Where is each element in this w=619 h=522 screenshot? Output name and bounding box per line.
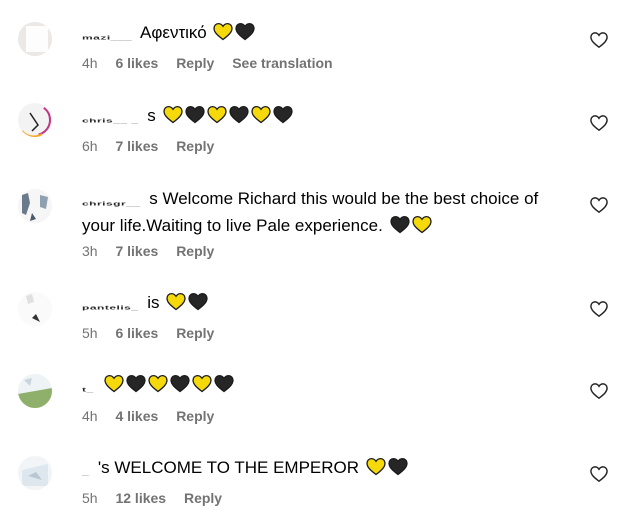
- heart-emojis: [102, 374, 235, 394]
- comment-body: 's WELCOME TO THE EMPEROR: [97, 458, 360, 477]
- comment-meta: 5h 12 likes Reply: [82, 490, 236, 506]
- comment-text: chris__ _ s: [82, 103, 552, 130]
- yellow-heart-icon: [166, 292, 186, 311]
- yellow-heart-icon: [366, 457, 386, 476]
- yellow-heart-icon: [250, 105, 271, 124]
- comment-body: is: [147, 293, 160, 312]
- like-heart-icon[interactable]: [590, 114, 608, 132]
- comment-text: t_: [82, 372, 552, 399]
- comment-likes[interactable]: 4 likes: [115, 408, 158, 424]
- like-heart-icon[interactable]: [590, 465, 608, 483]
- comment-time: 4h: [82, 408, 98, 424]
- comment-likes[interactable]: 6 likes: [115, 55, 158, 71]
- comment-time: 6h: [82, 138, 98, 154]
- like-heart-icon[interactable]: [590, 382, 608, 400]
- comment-likes[interactable]: 7 likes: [115, 138, 158, 154]
- comment-time: 5h: [82, 325, 98, 341]
- black-heart-icon: [235, 22, 256, 41]
- comment-username[interactable]: t_: [82, 384, 94, 395]
- black-heart-icon: [170, 374, 191, 393]
- black-heart-icon: [389, 215, 410, 234]
- like-heart-icon[interactable]: [590, 196, 608, 214]
- comment-username[interactable]: _: [82, 467, 89, 478]
- comment-username[interactable]: chris__ _: [82, 115, 139, 126]
- comment-body: s: [147, 106, 156, 125]
- heart-emojis: [364, 457, 408, 477]
- comment-username[interactable]: chrisgr__: [82, 198, 141, 209]
- comment-meta: 3h 7 likes Reply: [82, 243, 228, 259]
- heart-outline-icon: [590, 197, 608, 214]
- avatar[interactable]: [18, 292, 52, 326]
- avatar[interactable]: [18, 456, 52, 490]
- reply-button[interactable]: Reply: [176, 408, 214, 424]
- comment-username[interactable]: mazi___: [82, 32, 132, 43]
- heart-outline-icon: [590, 466, 608, 483]
- heart-emojis: [164, 292, 208, 312]
- avatar-image: [18, 374, 52, 408]
- avatar-image: [18, 22, 52, 56]
- black-heart-icon: [388, 457, 408, 476]
- comment-likes[interactable]: 12 likes: [115, 490, 166, 506]
- yellow-heart-icon: [206, 105, 227, 124]
- comment-text: _ 's WELCOME TO THE EMPEROR: [82, 455, 552, 482]
- black-heart-icon: [126, 374, 147, 393]
- avatar[interactable]: [18, 374, 52, 408]
- comment-time: 3h: [82, 243, 98, 259]
- black-heart-icon: [228, 105, 249, 124]
- yellow-heart-icon: [411, 215, 432, 234]
- avatar-image: [18, 456, 52, 490]
- comment-text: pantelis_ is: [82, 290, 552, 317]
- black-heart-icon: [272, 105, 293, 124]
- like-heart-icon[interactable]: [590, 31, 608, 49]
- avatar[interactable]: [18, 189, 52, 223]
- avatar-image: [19, 104, 51, 137]
- comment-text: chrisgr__ s Welcome Richard this would b…: [82, 186, 552, 238]
- comment-likes[interactable]: 6 likes: [115, 325, 158, 341]
- yellow-heart-icon: [148, 374, 169, 393]
- comment-meta: 4h 4 likes Reply: [82, 408, 228, 424]
- reply-button[interactable]: Reply: [176, 138, 214, 154]
- heart-outline-icon: [590, 32, 608, 49]
- comment-body: s Welcome Richard this would be the best…: [82, 189, 539, 235]
- comment-meta: 5h 6 likes Reply: [82, 325, 228, 341]
- yellow-heart-icon: [162, 105, 183, 124]
- comment-meta: 6h 7 likes Reply: [82, 138, 228, 154]
- heart-outline-icon: [590, 115, 608, 132]
- heart-outline-icon: [590, 383, 608, 400]
- avatar-image: [18, 189, 52, 223]
- reply-button[interactable]: Reply: [176, 243, 214, 259]
- heart-outline-icon: [590, 301, 608, 318]
- heart-emojis: [161, 105, 293, 125]
- yellow-heart-icon: [213, 22, 234, 41]
- black-heart-icon: [188, 292, 208, 311]
- comment-body: Αφεντικό: [140, 23, 207, 42]
- heart-emojis: [211, 22, 256, 42]
- see-translation-button[interactable]: See translation: [232, 55, 332, 71]
- black-heart-icon: [214, 374, 235, 393]
- comment-time: 5h: [82, 490, 98, 506]
- black-heart-icon: [184, 105, 205, 124]
- reply-button[interactable]: Reply: [176, 55, 214, 71]
- reply-button[interactable]: Reply: [184, 490, 222, 506]
- heart-emojis: [388, 215, 432, 235]
- reply-button[interactable]: Reply: [176, 325, 214, 341]
- comment-meta: 4h 6 likes Reply See translation: [82, 55, 347, 71]
- avatar[interactable]: [18, 103, 52, 137]
- comment-username[interactable]: pantelis_: [82, 302, 139, 313]
- comment-time: 4h: [82, 55, 98, 71]
- avatar[interactable]: [18, 22, 52, 56]
- avatar-image: [18, 292, 52, 326]
- comment-likes[interactable]: 7 likes: [115, 243, 158, 259]
- yellow-heart-icon: [192, 374, 213, 393]
- yellow-heart-icon: [104, 374, 125, 393]
- comment-text: mazi___ Αφεντικό: [82, 20, 552, 47]
- like-heart-icon[interactable]: [590, 300, 608, 318]
